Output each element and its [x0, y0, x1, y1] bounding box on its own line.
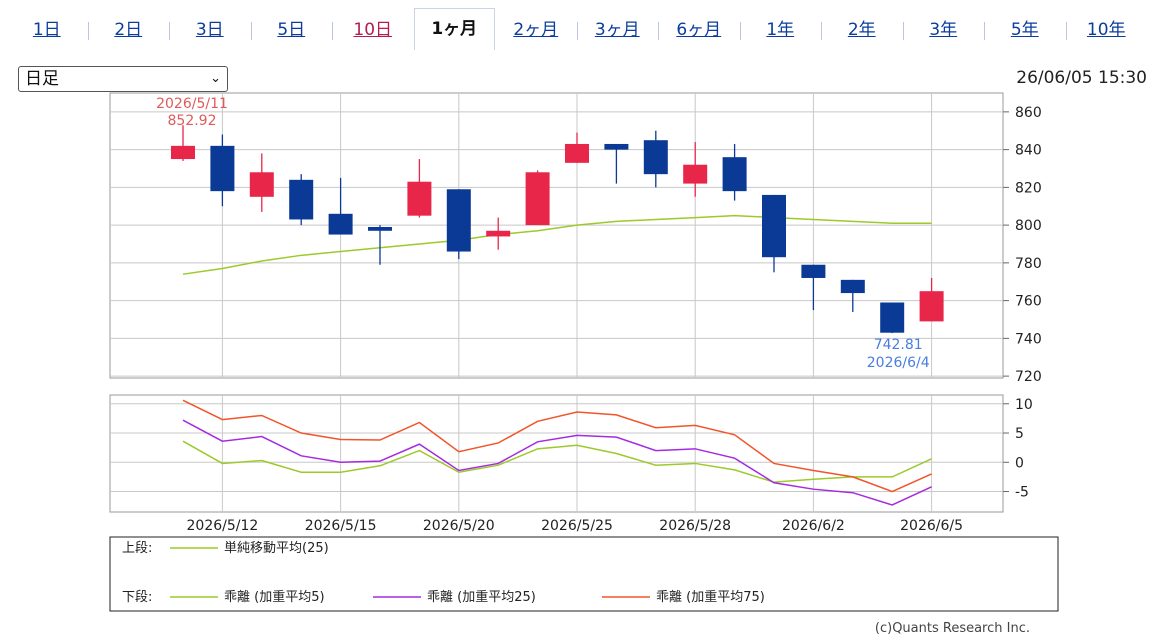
tab-5[interactable]: 10日: [332, 10, 414, 50]
tab-separator: [332, 22, 333, 40]
tab-2[interactable]: 2日: [88, 10, 170, 50]
period-tabs: 1日 2日 3日 5日 10日 1ヶ月 2ヶ月 3ヶ月 6ヶ月 1年 2年 3年 5年 10年: [0, 0, 1165, 51]
tab-11[interactable]: 2年: [821, 10, 903, 50]
chart-panel: [0, 50, 1165, 637]
tab-1[interactable]: 1日: [6, 10, 88, 50]
tab-3[interactable]: 3日: [169, 10, 251, 50]
tab-6[interactable]: 1ヶ月: [413, 8, 495, 51]
tab-4[interactable]: 5日: [251, 10, 333, 50]
tab-separator: [658, 22, 659, 40]
chevron-down-icon: ⌄: [210, 71, 221, 86]
tab-separator: [821, 22, 822, 40]
tab-separator: [1065, 22, 1067, 40]
tab-separator: [902, 22, 904, 40]
candle-type-value: 日足: [25, 69, 59, 89]
last-update-timestamp: 26/06/05 15:30: [1016, 68, 1147, 88]
tab-10[interactable]: 1年: [740, 10, 822, 50]
tab-7[interactable]: 2ヶ月: [495, 10, 577, 50]
candle-type-select[interactable]: 日足 ⌄: [18, 66, 228, 92]
tab-8[interactable]: 3ヶ月: [577, 10, 659, 50]
tab-separator: [984, 22, 985, 40]
tab-9[interactable]: 6ヶ月: [658, 10, 740, 50]
tab-separator: [250, 22, 252, 40]
tab-14[interactable]: 10年: [1066, 10, 1148, 50]
tab-separator: [739, 22, 741, 40]
tab-12[interactable]: 3年: [903, 10, 985, 50]
tab-13[interactable]: 5年: [984, 10, 1066, 50]
tab-separator: [576, 22, 578, 40]
tab-separator: [87, 22, 89, 40]
tab-separator: [169, 22, 170, 40]
